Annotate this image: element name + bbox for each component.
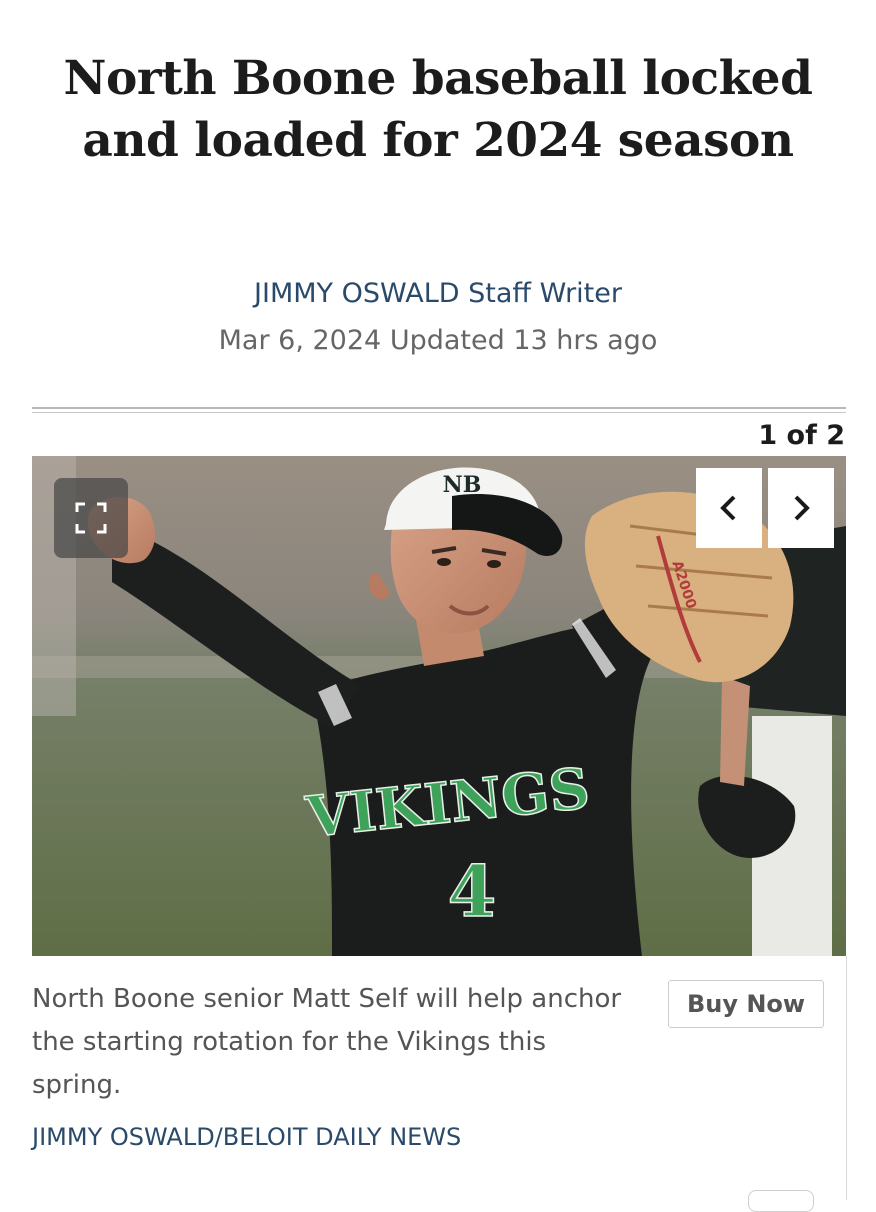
gallery-caption-area: North Boone senior Matt Self will help a… (32, 956, 847, 1200)
gallery-divider-thin (32, 412, 846, 413)
gallery-counter: 1 of 2 (758, 420, 845, 451)
gallery-next-button[interactable] (768, 468, 834, 548)
photo-credit: JIMMY OSWALD/BELOIT DAILY NEWS (32, 1123, 462, 1151)
buy-now-button[interactable]: Buy Now (668, 980, 824, 1028)
photo-caption: North Boone senior Matt Self will help a… (32, 984, 622, 1100)
gallery-prev-button[interactable] (696, 468, 762, 548)
gallery-photo[interactable]: NB VIKINGS 4 A2000 (32, 456, 846, 956)
expand-button[interactable] (54, 478, 128, 558)
author-link[interactable]: JIMMY OSWALD (254, 278, 460, 309)
dateline: Mar 6, 2024 Updated 13 hrs ago (0, 323, 876, 359)
publish-date: Mar 6, 2024 (218, 325, 382, 356)
updated-time: Updated 13 hrs ago (389, 325, 658, 356)
chevron-right-icon (794, 495, 810, 521)
gallery-divider (32, 407, 846, 409)
chevron-left-icon (720, 495, 736, 521)
jersey-number: 4 (448, 850, 497, 933)
expand-icon (75, 502, 107, 534)
author-role: Staff Writer (468, 278, 622, 309)
partial-button[interactable] (748, 1190, 814, 1212)
cap-logo: NB (443, 472, 482, 498)
article-headline: North Boone baseball locked and loaded f… (63, 51, 813, 168)
byline: JIMMY OSWALD Staff Writer (0, 276, 876, 312)
